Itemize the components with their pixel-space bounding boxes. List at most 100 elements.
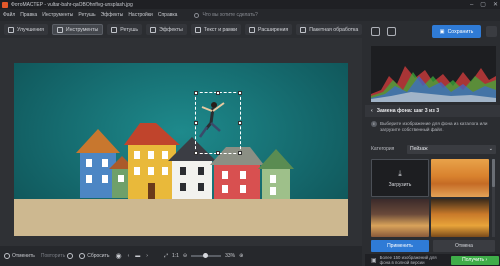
next-image-button[interactable]: ›	[146, 253, 148, 259]
resize-handle[interactable]	[194, 151, 198, 155]
title-bar: ФотоМАСТЕР - vultar-bahr-qaOBOhnflvg-uns…	[0, 0, 500, 9]
gallery-scrollbar[interactable]	[492, 159, 495, 237]
tab-enhancements[interactable]: Улучшения	[4, 24, 48, 35]
search-icon	[194, 12, 200, 18]
zoom-value: 33%	[225, 253, 236, 259]
upload-tile[interactable]: ⤓ Загрузить	[371, 159, 429, 197]
zoom-in-icon[interactable]: ⊕	[239, 253, 243, 259]
crop-icon	[56, 26, 63, 33]
resize-handle[interactable]	[194, 91, 198, 95]
brush-icon	[111, 26, 118, 33]
background-gallery: ⤓ Загрузить	[371, 159, 489, 237]
right-panel: ▣ Сохранить ‹ Замена фона: шаг 3 из 3 i …	[365, 22, 500, 266]
info-message: i Выберите изображение для фона из катал…	[371, 121, 496, 133]
house-green	[258, 149, 294, 199]
save-button[interactable]: ▣ Сохранить	[432, 25, 481, 38]
canvas-area	[0, 38, 362, 246]
sliders-icon	[8, 26, 14, 33]
bottom-bar: Отменить Повторить Сбросить ◉ ‹ ▬ › ⤢ 1:…	[0, 246, 362, 266]
tab-label: Эффекты	[159, 26, 183, 33]
info-text: Выберите изображение для фона из каталог…	[380, 121, 488, 132]
cancel-button[interactable]: Отмена	[433, 240, 495, 252]
tab-extensions[interactable]: Расширения	[245, 24, 293, 35]
close-icon[interactable]: ✕	[493, 1, 498, 8]
compare-icon[interactable]	[371, 27, 380, 36]
buy-button[interactable]: Получить ›	[450, 255, 499, 265]
redo-label: Повторить	[40, 253, 66, 259]
tab-batch[interactable]: Пакетная обработка	[296, 24, 363, 35]
resize-handle[interactable]	[238, 91, 242, 95]
resize-handle[interactable]	[238, 121, 242, 125]
undo-icon	[4, 253, 10, 259]
tab-tools[interactable]: Инструменты	[51, 24, 104, 35]
print-button[interactable]	[486, 26, 497, 37]
menu-settings[interactable]: Настройки	[128, 12, 153, 18]
redo-icon	[67, 253, 74, 259]
selection-box[interactable]	[194, 91, 242, 155]
menu-bar: Файл Правка Инструменты Ретушь Эффекты Н…	[0, 9, 500, 21]
arrow-right-icon: ›	[484, 257, 488, 263]
resize-handle[interactable]	[216, 91, 220, 95]
zoom-controls: ⤢ 1:1 ⊖ 33% ⊕	[164, 253, 243, 259]
zoom-slider-knob[interactable]	[203, 253, 209, 258]
background-thumbnail[interactable]	[371, 199, 429, 237]
undo-button[interactable]: Отменить	[4, 253, 35, 259]
main-toolbar: Улучшения Инструменты Ретушь Эффекты Тек…	[0, 22, 363, 37]
reset-icon	[79, 253, 86, 259]
photo-canvas[interactable]	[14, 63, 348, 236]
fit-icon[interactable]: ⤢	[164, 253, 168, 259]
download-arrow-icon: ⤓	[398, 168, 402, 178]
search-placeholder: Что вы хотите сделать?	[202, 12, 258, 18]
tab-effects[interactable]: Эффекты	[146, 24, 187, 35]
zoom-slider[interactable]	[191, 253, 222, 258]
preview-button[interactable]: ◉	[116, 252, 122, 260]
category-value: Пейзаж	[410, 146, 428, 152]
menu-search[interactable]: Что вы хотите сделать?	[194, 12, 258, 18]
category-select[interactable]: Пейзаж ⌄	[407, 144, 496, 154]
menu-help[interactable]: Справка	[158, 12, 178, 18]
tab-label: Расширения	[258, 26, 289, 33]
back-icon[interactable]: ‹	[371, 108, 373, 114]
promo-text: Более 150 изображений для фона в полной …	[379, 255, 437, 265]
category-label: Категория	[371, 146, 395, 152]
histogram	[371, 46, 496, 102]
background-thumbnail[interactable]	[431, 159, 489, 197]
reset-label: Сбросить	[87, 253, 110, 259]
menu-file[interactable]: Файл	[3, 12, 15, 18]
prev-image-button[interactable]: ‹	[128, 253, 130, 259]
open-folder-button[interactable]: ▬	[135, 253, 140, 259]
tab-label: Пакетная обработка	[309, 26, 359, 33]
resize-handle[interactable]	[238, 151, 242, 155]
tab-retouch[interactable]: Ретушь	[107, 24, 143, 35]
app-window: ФотоМАСТЕР - vultar-bahr-qaOBOhnflvg-uns…	[0, 0, 500, 266]
picture-icon: ▣	[371, 257, 377, 264]
minimize-icon[interactable]: –	[470, 2, 473, 8]
step-header: ‹ Замена фона: шаг 3 из 3	[365, 105, 500, 117]
zoom-out-icon[interactable]: ⊖	[183, 253, 187, 259]
effects-icon	[150, 26, 157, 33]
tab-label: Улучшения	[17, 26, 44, 33]
redo-button[interactable]: Повторить	[40, 253, 74, 259]
app-logo-icon	[2, 1, 8, 8]
maximize-icon[interactable]: ▢	[480, 1, 486, 8]
window-controls: – ▢ ✕	[470, 0, 498, 9]
background-thumbnail[interactable]	[431, 199, 489, 237]
apply-button[interactable]: Применить	[371, 240, 429, 252]
menu-edit[interactable]: Правка	[20, 12, 37, 18]
scrollbar-thumb[interactable]	[492, 159, 495, 187]
menu-tools[interactable]: Инструменты	[42, 12, 73, 18]
reset-button[interactable]: Сбросить	[79, 253, 110, 259]
save-label: Сохранить	[447, 28, 474, 35]
tab-label: Ретушь	[120, 26, 139, 33]
layers-icon[interactable]	[387, 27, 396, 36]
undo-label: Отменить	[12, 253, 35, 259]
plus-icon	[249, 26, 256, 33]
ratio-button[interactable]: 1:1	[172, 253, 179, 259]
resize-handle[interactable]	[216, 151, 220, 155]
text-icon	[194, 26, 201, 33]
menu-effects[interactable]: Эффекты	[101, 12, 124, 18]
tab-text-frames[interactable]: Текст и рамки	[190, 24, 242, 35]
window-title: ФотоМАСТЕР - vultar-bahr-qaOBOhnflvg-uns…	[11, 1, 133, 8]
resize-handle[interactable]	[194, 121, 198, 125]
menu-retouch[interactable]: Ретушь	[78, 12, 95, 18]
